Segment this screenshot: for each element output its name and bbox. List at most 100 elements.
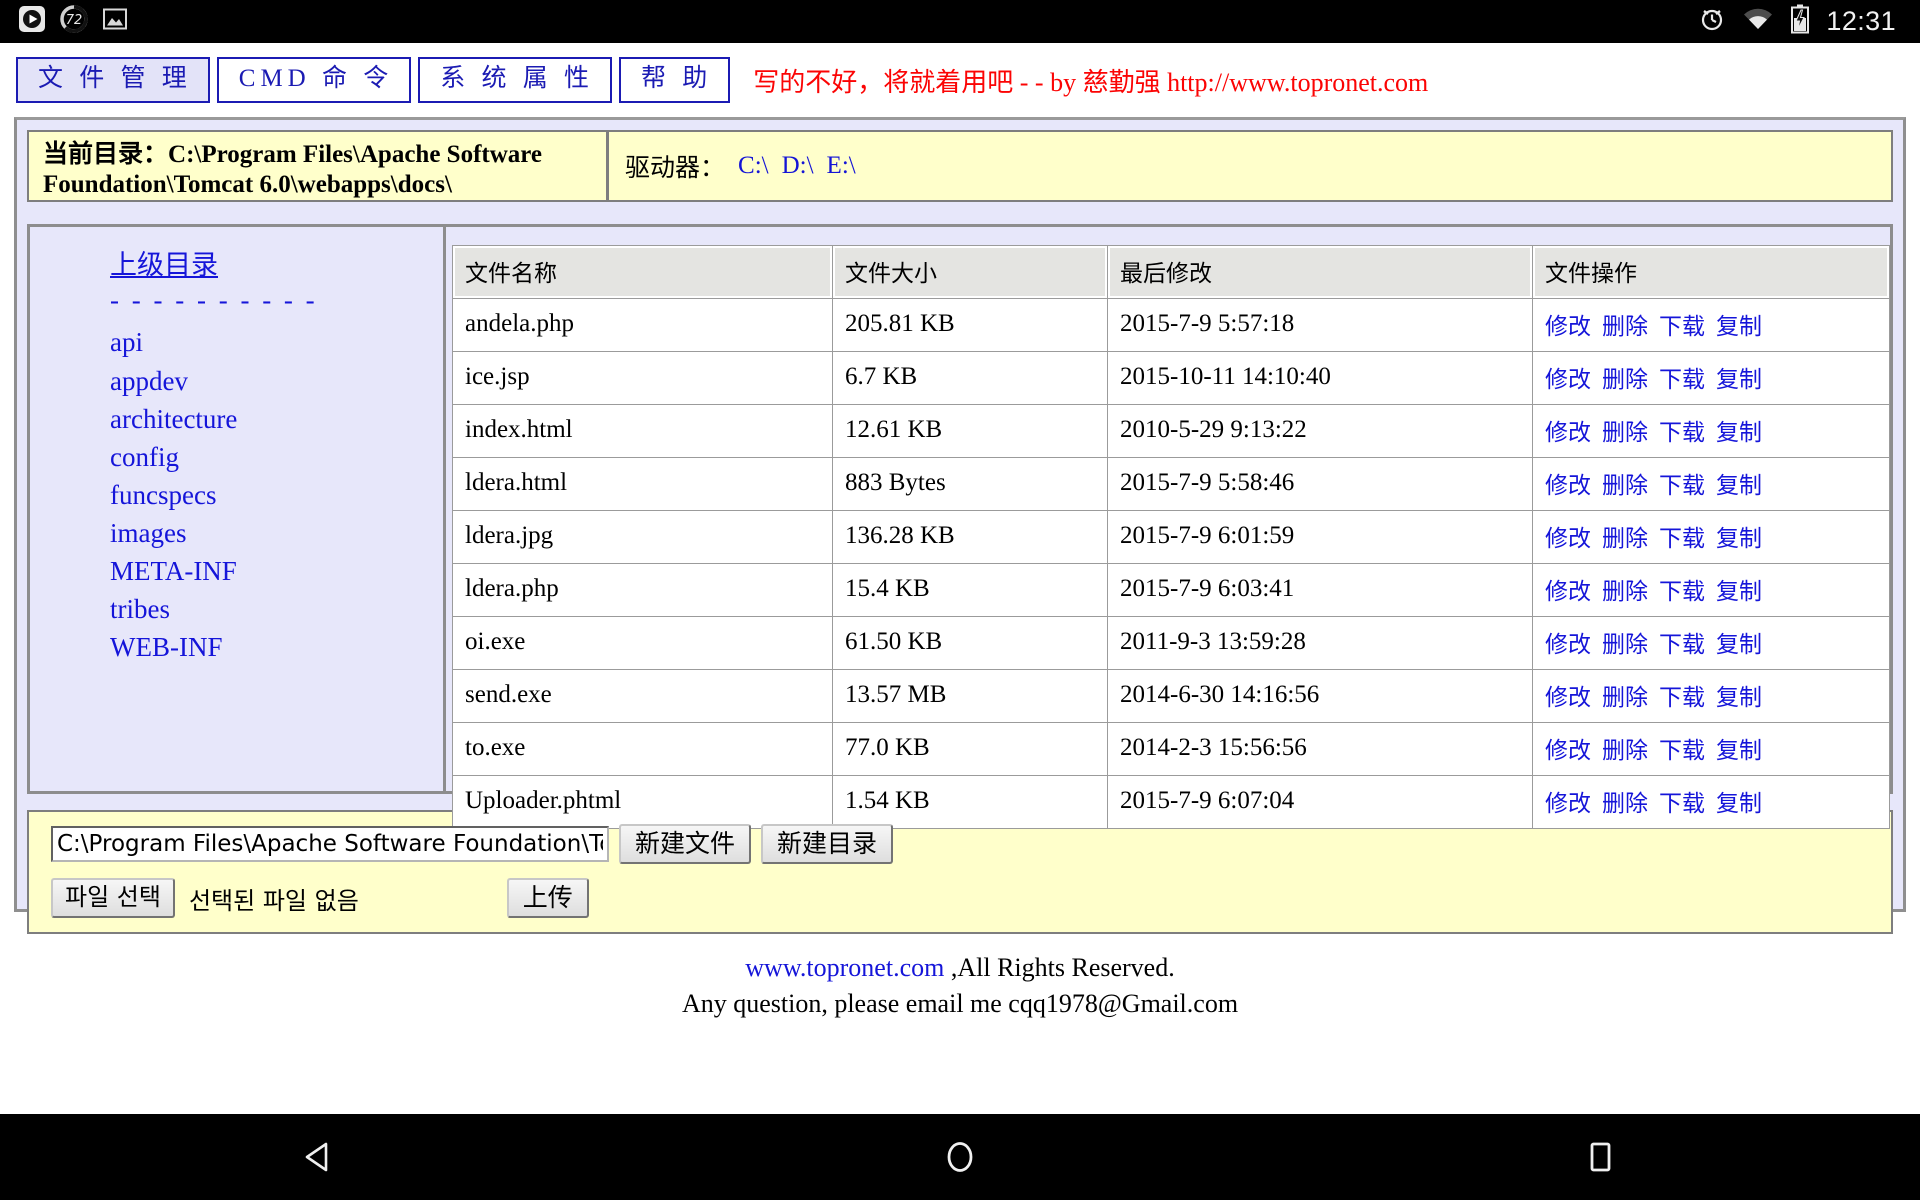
action-link-copy[interactable]: 复制 xyxy=(1716,367,1762,393)
table-row: oi.exe 61.50 KB 2011-9-3 13:59:28 修改 删除 下载 复制 xyxy=(452,616,1890,671)
action-link-delete[interactable]: 删除 xyxy=(1602,473,1648,499)
new-path-input[interactable] xyxy=(51,826,609,863)
cell-filename: send.exe xyxy=(452,669,833,724)
action-link-download[interactable]: 下载 xyxy=(1659,685,1705,711)
action-link-download[interactable]: 下载 xyxy=(1659,526,1705,552)
action-link-modify[interactable]: 修改 xyxy=(1545,738,1591,764)
home-circle-icon[interactable] xyxy=(900,1137,1020,1177)
action-link-modify[interactable]: 修改 xyxy=(1545,367,1591,393)
file-listing-table: 文件名称 文件大小 最后修改 文件操作 andela.php 205.81 KB 2… xyxy=(452,245,1890,830)
recents-square-icon[interactable] xyxy=(1540,1137,1660,1177)
action-link-copy[interactable]: 复制 xyxy=(1716,579,1762,605)
action-link-copy[interactable]: 复制 xyxy=(1716,420,1762,446)
action-link-delete[interactable]: 删除 xyxy=(1602,314,1648,340)
menu-button-help[interactable]: 帮 助 xyxy=(619,57,731,104)
sidebar-parent-directory-link[interactable]: 上级目录 xyxy=(110,249,443,281)
cell-operations: 修改 删除 下载 复制 xyxy=(1532,457,1890,512)
action-link-download[interactable]: 下载 xyxy=(1659,420,1705,446)
sidebar-dir-images[interactable]: images xyxy=(110,517,443,549)
progress-72-icon: 72 xyxy=(60,5,88,38)
browser-page: 文 件 管 理 CMD 命 令 系 统 属 性 帮 助 写的不好，将就着用吧 -… xyxy=(0,43,1920,1114)
action-link-download[interactable]: 下载 xyxy=(1659,632,1705,658)
action-link-delete[interactable]: 删除 xyxy=(1602,526,1648,552)
cell-operations: 修改 删除 下载 复制 xyxy=(1532,510,1890,565)
back-triangle-icon[interactable] xyxy=(260,1137,380,1177)
image-icon xyxy=(102,6,128,37)
file-table-wrapper: 文件名称 文件大小 最后修改 文件操作 andela.php 205.81 KB 2… xyxy=(446,227,1890,830)
table-row: ldera.php 15.4 KB 2015-7-9 6:03:41 修改 删除 下载 复制 xyxy=(452,563,1890,618)
upload-button[interactable]: 上传 xyxy=(506,878,589,919)
cell-filename: andela.php xyxy=(452,298,833,353)
cell-filesize: 136.28 KB xyxy=(832,510,1108,565)
new-directory-button[interactable]: 新建目录 xyxy=(761,824,894,865)
action-link-copy[interactable]: 复制 xyxy=(1716,685,1762,711)
cell-operations: 修改 删除 下载 复制 xyxy=(1532,298,1890,353)
action-link-modify[interactable]: 修改 xyxy=(1545,579,1591,605)
drive-link-c[interactable]: C:\ xyxy=(738,152,769,180)
app-shell-frame: 当前目录：C:\Program Files\Apache Software Fo… xyxy=(14,117,1906,935)
android-status-bar: 72 12:31 xyxy=(0,0,1920,43)
column-header-filename: 文件名称 xyxy=(452,245,833,300)
action-link-modify[interactable]: 修改 xyxy=(1545,420,1591,446)
android-navigation-bar xyxy=(0,1114,1920,1200)
choose-file-button[interactable]: 파일 선택 xyxy=(51,878,175,919)
action-link-modify[interactable]: 修改 xyxy=(1545,632,1591,658)
footer-site-link[interactable]: www.topronet.com xyxy=(745,953,944,982)
cell-operations: 修改 删除 下载 复制 xyxy=(1532,404,1890,459)
column-header-operations: 文件操作 xyxy=(1532,245,1890,300)
action-link-delete[interactable]: 删除 xyxy=(1602,685,1648,711)
action-link-delete[interactable]: 删除 xyxy=(1602,579,1648,605)
action-link-copy[interactable]: 复制 xyxy=(1716,738,1762,764)
sidebar-dir-architecture[interactable]: architecture xyxy=(110,403,443,435)
sidebar-dir-api[interactable]: api xyxy=(110,326,443,358)
action-link-modify[interactable]: 修改 xyxy=(1545,473,1591,499)
action-link-copy[interactable]: 复制 xyxy=(1716,632,1762,658)
action-link-download[interactable]: 下载 xyxy=(1659,473,1705,499)
table-header-row: 文件名称 文件大小 最后修改 文件操作 xyxy=(452,245,1890,300)
cell-modified: 2015-7-9 5:57:18 xyxy=(1107,298,1533,353)
action-link-download[interactable]: 下载 xyxy=(1659,738,1705,764)
sidebar-dir-config[interactable]: config xyxy=(110,441,443,473)
drive-link-e[interactable]: E:\ xyxy=(827,152,856,180)
action-link-copy[interactable]: 复制 xyxy=(1716,314,1762,340)
sidebar-dir-funcspecs[interactable]: funcspecs xyxy=(110,479,443,511)
sidebar-dir-meta-inf[interactable]: META-INF xyxy=(110,555,443,587)
table-row: to.exe 77.0 KB 2014-2-3 15:56:56 修改 删除 下载 复制 xyxy=(452,722,1890,777)
cell-filesize: 15.4 KB xyxy=(832,563,1108,618)
cell-modified: 2014-6-30 14:16:56 xyxy=(1107,669,1533,724)
current-directory-box: 当前目录：C:\Program Files\Apache Software Fo… xyxy=(29,132,609,201)
new-file-button[interactable]: 新建文件 xyxy=(619,824,752,865)
cell-filename: ice.jsp xyxy=(452,351,833,406)
menu-button-file-manager[interactable]: 文 件 管 理 xyxy=(16,57,210,104)
action-link-download[interactable]: 下载 xyxy=(1659,314,1705,340)
action-link-delete[interactable]: 删除 xyxy=(1602,420,1648,446)
sidebar-dir-tribes[interactable]: tribes xyxy=(110,593,443,625)
action-link-download[interactable]: 下载 xyxy=(1659,791,1705,817)
action-link-delete[interactable]: 删除 xyxy=(1602,791,1648,817)
menu-button-system-properties[interactable]: 系 统 属 性 xyxy=(418,57,612,104)
menu-button-cmd-command[interactable]: CMD 命 令 xyxy=(216,57,412,104)
action-link-copy[interactable]: 复制 xyxy=(1716,791,1762,817)
action-link-download[interactable]: 下载 xyxy=(1659,579,1705,605)
action-link-copy[interactable]: 复制 xyxy=(1716,473,1762,499)
drive-link-d[interactable]: D:\ xyxy=(782,152,814,180)
action-link-modify[interactable]: 修改 xyxy=(1545,685,1591,711)
sidebar-dir-web-inf[interactable]: WEB-INF xyxy=(110,631,443,663)
sidebar-dir-appdev[interactable]: appdev xyxy=(110,365,443,397)
upload-row: 파일 선택 선택된 파일 없음 上传 xyxy=(51,878,1891,919)
main-content-area: 上级目录 - - - - - - - - - - api appdev arch… xyxy=(27,224,1893,830)
cell-modified: 2015-7-9 6:07:04 xyxy=(1107,775,1533,830)
action-link-copy[interactable]: 复制 xyxy=(1716,526,1762,552)
action-link-delete[interactable]: 删除 xyxy=(1602,367,1648,393)
action-link-modify[interactable]: 修改 xyxy=(1545,526,1591,552)
drives-label: 驱动器： xyxy=(625,155,726,183)
table-row: Uploader.phtml 1.54 KB 2015-7-9 6:07:04 修改删… xyxy=(452,775,1890,830)
status-bar-clock: 12:31 xyxy=(1826,6,1896,36)
action-link-delete[interactable]: 删除 xyxy=(1602,738,1648,764)
action-link-modify[interactable]: 修改 xyxy=(1545,791,1591,817)
action-link-delete[interactable]: 删除 xyxy=(1602,632,1648,658)
action-link-download[interactable]: 下载 xyxy=(1659,367,1705,393)
table-row: send.exe 13.57 MB 2014-6-30 14:16:56 修改 删除 下载… xyxy=(452,669,1890,724)
action-link-modify[interactable]: 修改 xyxy=(1545,314,1591,340)
current-directory-label: 当前目录： xyxy=(43,141,169,169)
